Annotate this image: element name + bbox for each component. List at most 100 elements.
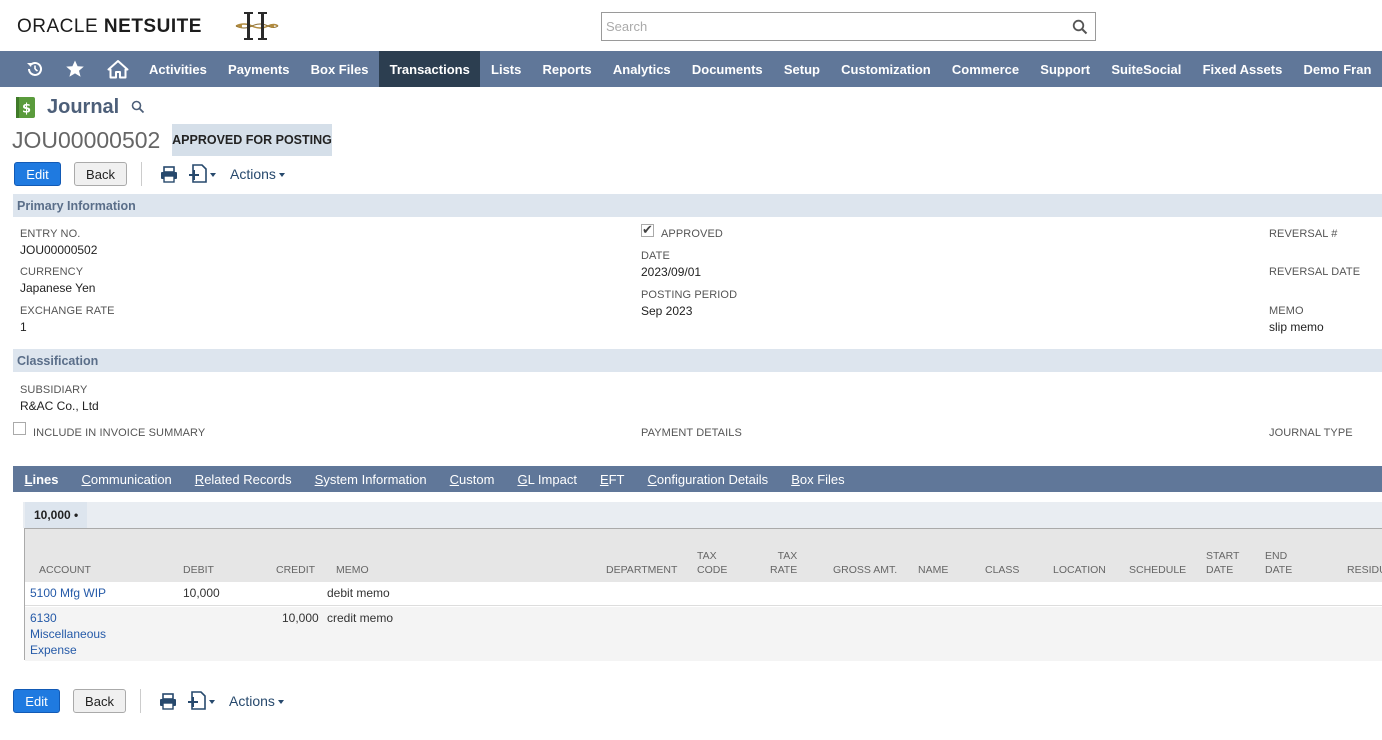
lines-total-tab[interactable]: 10,000 • (25, 502, 88, 528)
tab-system-information[interactable]: System Information (303, 472, 438, 487)
tab-lines[interactable]: Lines (13, 472, 70, 487)
col-credit[interactable]: CREDIT (276, 563, 315, 577)
tab-communication[interactable]: Communication (70, 472, 183, 487)
account-link[interactable]: 5100 Mfg WIP (30, 585, 106, 601)
button-divider (141, 162, 142, 186)
subsidiary-label: SUBSIDIARY (20, 384, 88, 396)
col-debit[interactable]: DEBIT (183, 563, 214, 577)
nav-analytics[interactable]: Analytics (602, 51, 681, 87)
currency-label: CURRENCY (20, 266, 84, 278)
table-header: ACCOUNT DEBIT CREDIT MEMO DEPARTMENT TAX… (25, 529, 1382, 582)
exchange-rate-value: 1 (20, 320, 27, 334)
bottom-button-bar: Edit Back Actions (13, 688, 284, 714)
memo-cell: credit memo (327, 611, 394, 625)
journal-record-icon: $ (16, 97, 35, 118)
currency-value: Japanese Yen (20, 281, 96, 295)
search-icon[interactable] (1072, 19, 1088, 35)
tab-gl-impact[interactable]: GL Impact (506, 472, 589, 487)
tab-configuration-details[interactable]: Configuration Details (636, 472, 780, 487)
edit-button[interactable]: Edit (14, 162, 61, 186)
nav-commerce[interactable]: Commerce (941, 51, 1029, 87)
col-start-date[interactable]: START DATE (1206, 549, 1239, 577)
col-end-date[interactable]: END DATE (1265, 549, 1292, 577)
new-document-menu[interactable] (188, 163, 218, 185)
col-class[interactable]: CLASS (985, 563, 1019, 577)
global-search[interactable] (601, 12, 1096, 41)
logo-oracle-text: ORACLE (17, 16, 104, 37)
lines-subtab-bar: 10,000 • (23, 502, 1382, 528)
col-location[interactable]: LOCATION (1053, 563, 1106, 577)
actions-menu[interactable]: Actions (230, 166, 285, 182)
nav-suitesocial[interactable]: SuiteSocial (1101, 51, 1192, 87)
nav-transactions[interactable]: Transactions (379, 51, 481, 87)
svg-text:$: $ (22, 102, 31, 117)
col-gross-amt[interactable]: GROSS AMT. (833, 563, 897, 577)
actions-label: Actions (230, 166, 276, 182)
tab-custom[interactable]: Custom (438, 472, 506, 487)
print-button[interactable] (158, 163, 180, 185)
nav-payments[interactable]: Payments (217, 51, 300, 87)
edit-button[interactable]: Edit (13, 689, 60, 713)
main-navigation: Activities Payments Box Files Transactio… (0, 51, 1382, 87)
col-memo[interactable]: MEMO (336, 563, 369, 577)
classification-header[interactable]: Classification (13, 349, 1382, 372)
logo-netsuite-text: NETSUITE (103, 16, 202, 37)
date-label: DATE (641, 250, 670, 262)
home-nav[interactable] (97, 51, 138, 87)
top-button-bar: Edit Back Actions (14, 161, 285, 187)
nav-reports[interactable]: Reports (532, 51, 602, 87)
nav-box-files[interactable]: Box Files (300, 51, 379, 87)
print-button[interactable] (157, 690, 179, 712)
nav-demo-framework[interactable]: Demo Fran (1293, 51, 1382, 87)
nav-setup[interactable]: Setup (773, 51, 830, 87)
include-invoice-summary-label: INCLUDE IN INVOICE SUMMARY (33, 427, 206, 439)
nav-documents[interactable]: Documents (681, 51, 773, 87)
approved-checkbox (641, 222, 654, 238)
search-records-icon[interactable] (131, 100, 145, 114)
shortcuts-nav[interactable] (54, 51, 97, 87)
page-title: Journal (47, 96, 120, 118)
add-document-icon (188, 691, 215, 710)
print-icon (160, 692, 176, 710)
account-link[interactable]: 6130 Miscellaneous Expense (30, 610, 106, 658)
lines-section: 10,000 • ACCOUNT DEBIT CREDIT MEMO DEPAR… (23, 502, 1382, 661)
top-header: ORACLE NETSUITE (0, 0, 1382, 51)
debit-cell: 10,000 (183, 586, 220, 600)
credit-cell: 10,000 (282, 611, 319, 625)
col-schedule[interactable]: SCHEDULE (1129, 563, 1186, 577)
new-document-menu[interactable] (187, 690, 217, 712)
include-invoice-summary-checkbox (13, 422, 26, 435)
table-row[interactable]: 5100 Mfg WIP 10,000 debit memo (25, 582, 1382, 606)
nav-fixed-assets[interactable]: Fixed Assets (1192, 51, 1293, 87)
journal-lines-table: ACCOUNT DEBIT CREDIT MEMO DEPARTMENT TAX… (24, 528, 1382, 661)
actions-menu[interactable]: Actions (229, 693, 284, 709)
back-button[interactable]: Back (74, 162, 127, 186)
tab-eft[interactable]: EFT (588, 472, 636, 487)
posting-period-value: Sep 2023 (641, 304, 693, 318)
nav-support[interactable]: Support (1030, 51, 1101, 87)
print-icon (161, 165, 177, 183)
subsidiary-value: R&AC Co., Ltd (20, 399, 99, 413)
col-tax-rate[interactable]: TAX RATE (770, 549, 797, 577)
back-button[interactable]: Back (73, 689, 126, 713)
recent-records-nav[interactable] (16, 51, 54, 87)
tab-related-records[interactable]: Related Records (183, 472, 303, 487)
entry-no-value: JOU00000502 (20, 243, 98, 257)
star-icon (66, 60, 85, 77)
col-account[interactable]: ACCOUNT (39, 563, 91, 577)
table-row[interactable]: 6130 Miscellaneous Expense 10,000 credit m… (25, 607, 1382, 661)
primary-information-header[interactable]: Primary Information (13, 194, 1382, 217)
company-logo-icon (235, 12, 279, 40)
chevron-down-icon (277, 700, 284, 704)
tab-box-files[interactable]: Box Files (780, 472, 856, 487)
date-value: 2023/09/01 (641, 265, 702, 279)
col-department[interactable]: DEPARTMENT (606, 563, 677, 577)
search-input[interactable] (602, 13, 1062, 40)
nav-activities[interactable]: Activities (138, 51, 217, 87)
nav-lists[interactable]: Lists (480, 51, 532, 87)
oracle-netsuite-logo[interactable]: ORACLE NETSUITE (17, 16, 202, 38)
col-name[interactable]: NAME (918, 563, 948, 577)
col-residual[interactable]: RESIDU (1347, 563, 1382, 577)
col-tax-code[interactable]: TAX CODE (697, 549, 727, 577)
nav-customization[interactable]: Customization (831, 51, 942, 87)
